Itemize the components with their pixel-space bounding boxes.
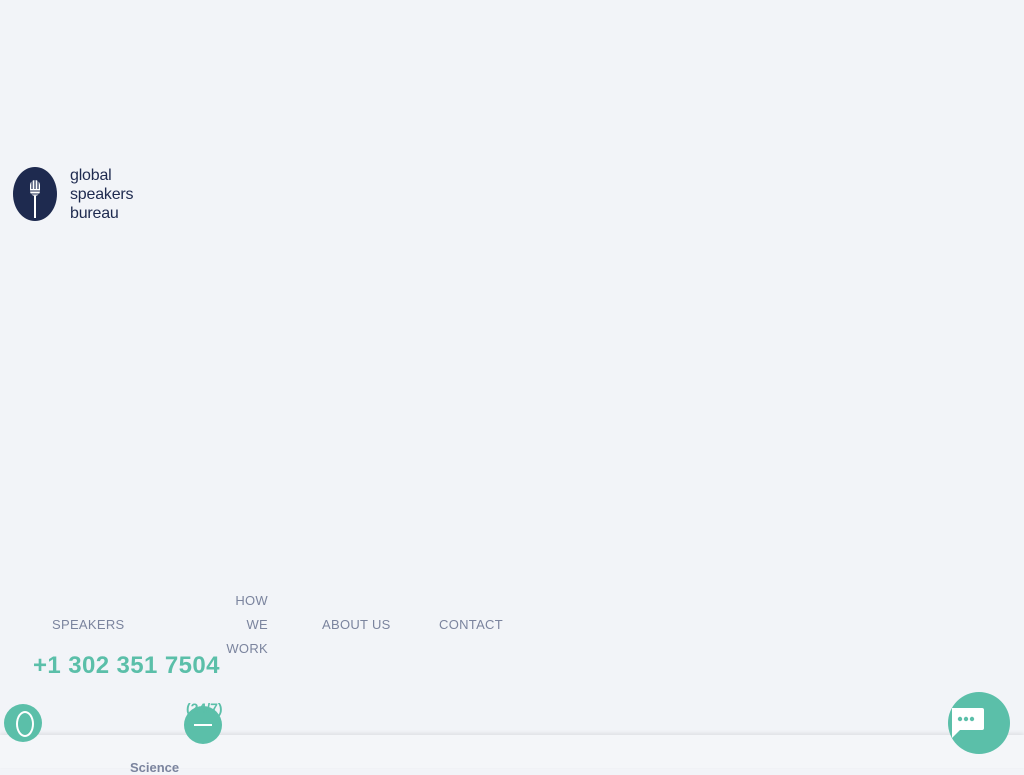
phone-link[interactable]: +1 302 351 7504 [33,652,220,680]
brand-line-2: speakers [70,186,134,203]
phone-hours: (24/7) [186,700,223,716]
globe-toggle-button[interactable] [4,704,42,742]
brand-logo[interactable]: global speakers bureau [13,167,143,223]
nav-how-we-work-line-1: HOW WE [235,593,268,632]
nav-speakers[interactable]: SPEAKERS [52,613,124,637]
brand-line-3: bureau [70,205,119,222]
nav-about-us[interactable]: ABOUT US [322,613,391,637]
nav-how-we-work-line-2: WORK [226,641,268,656]
globe-icon [16,711,34,737]
chat-button[interactable] [948,692,1010,754]
chat-bubble-icon [952,708,984,738]
minus-icon [194,724,212,726]
nav-contact[interactable]: CONTACT [439,613,503,637]
microphone-icon [13,167,57,221]
brand-name: global speakers bureau [70,166,134,223]
nav-how-we-work[interactable]: HOW WE WORK [213,589,268,661]
brand-line-1: global [70,167,112,184]
